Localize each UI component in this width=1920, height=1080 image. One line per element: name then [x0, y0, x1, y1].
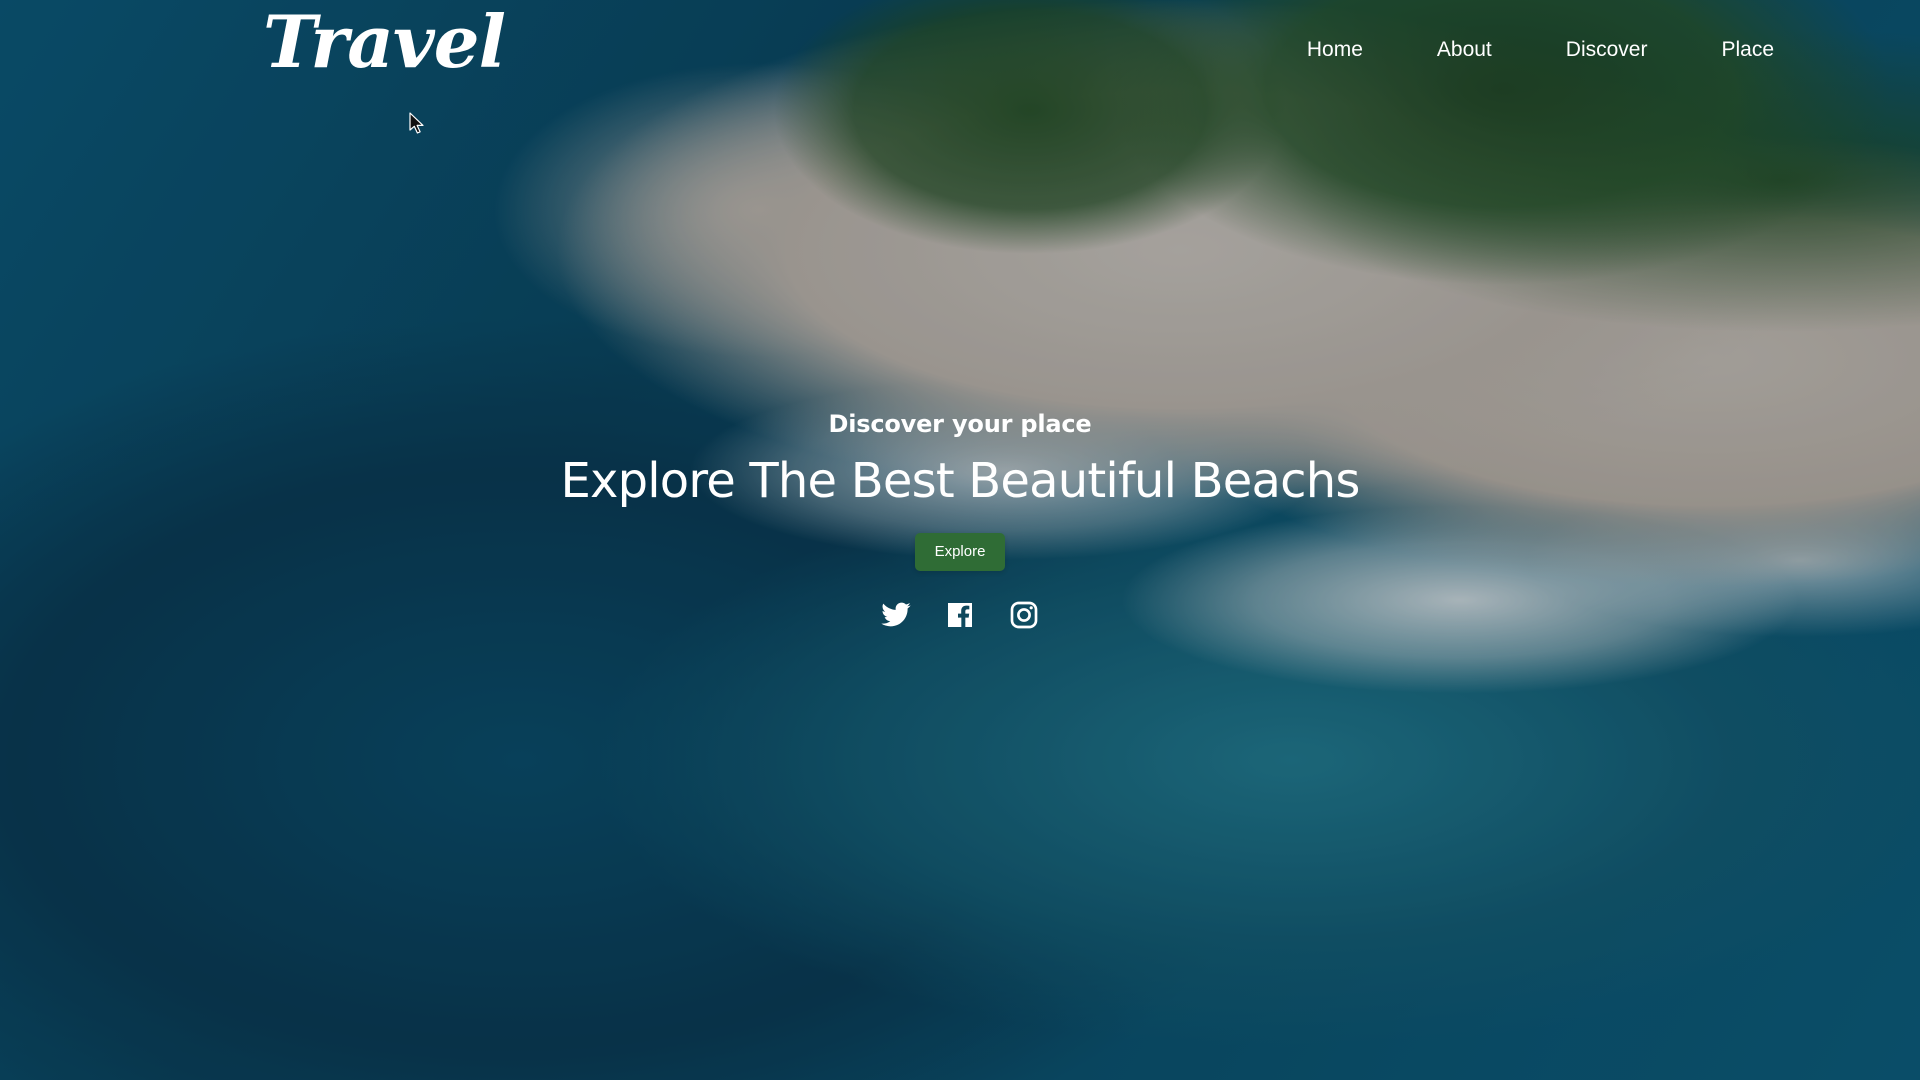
hero-subtitle: Discover your place — [828, 410, 1092, 438]
hero-title: Explore The Best Beautiful Beachs — [560, 453, 1360, 509]
instagram-link[interactable] — [1008, 599, 1040, 631]
facebook-icon — [944, 599, 976, 631]
instagram-icon — [1008, 599, 1040, 631]
main-navigation: Home About Discover Place — [1307, 38, 1774, 62]
nav-item-place[interactable]: Place — [1721, 38, 1774, 62]
explore-button[interactable]: Explore — [915, 532, 1005, 571]
brand-logo[interactable]: Travel — [263, 6, 506, 78]
twitter-link[interactable] — [880, 599, 912, 631]
hero-page: Travel Home About Discover Place Discove… — [0, 0, 1920, 1080]
twitter-icon — [880, 599, 912, 631]
nav-item-about[interactable]: About — [1437, 38, 1492, 62]
nav-item-home[interactable]: Home — [1307, 38, 1363, 62]
nav-item-discover[interactable]: Discover — [1566, 38, 1648, 62]
facebook-link[interactable] — [944, 599, 976, 631]
social-links — [0, 599, 1920, 631]
hero-section: Discover your place Explore The Best Bea… — [0, 412, 1920, 631]
mouse-cursor-icon — [409, 112, 424, 134]
